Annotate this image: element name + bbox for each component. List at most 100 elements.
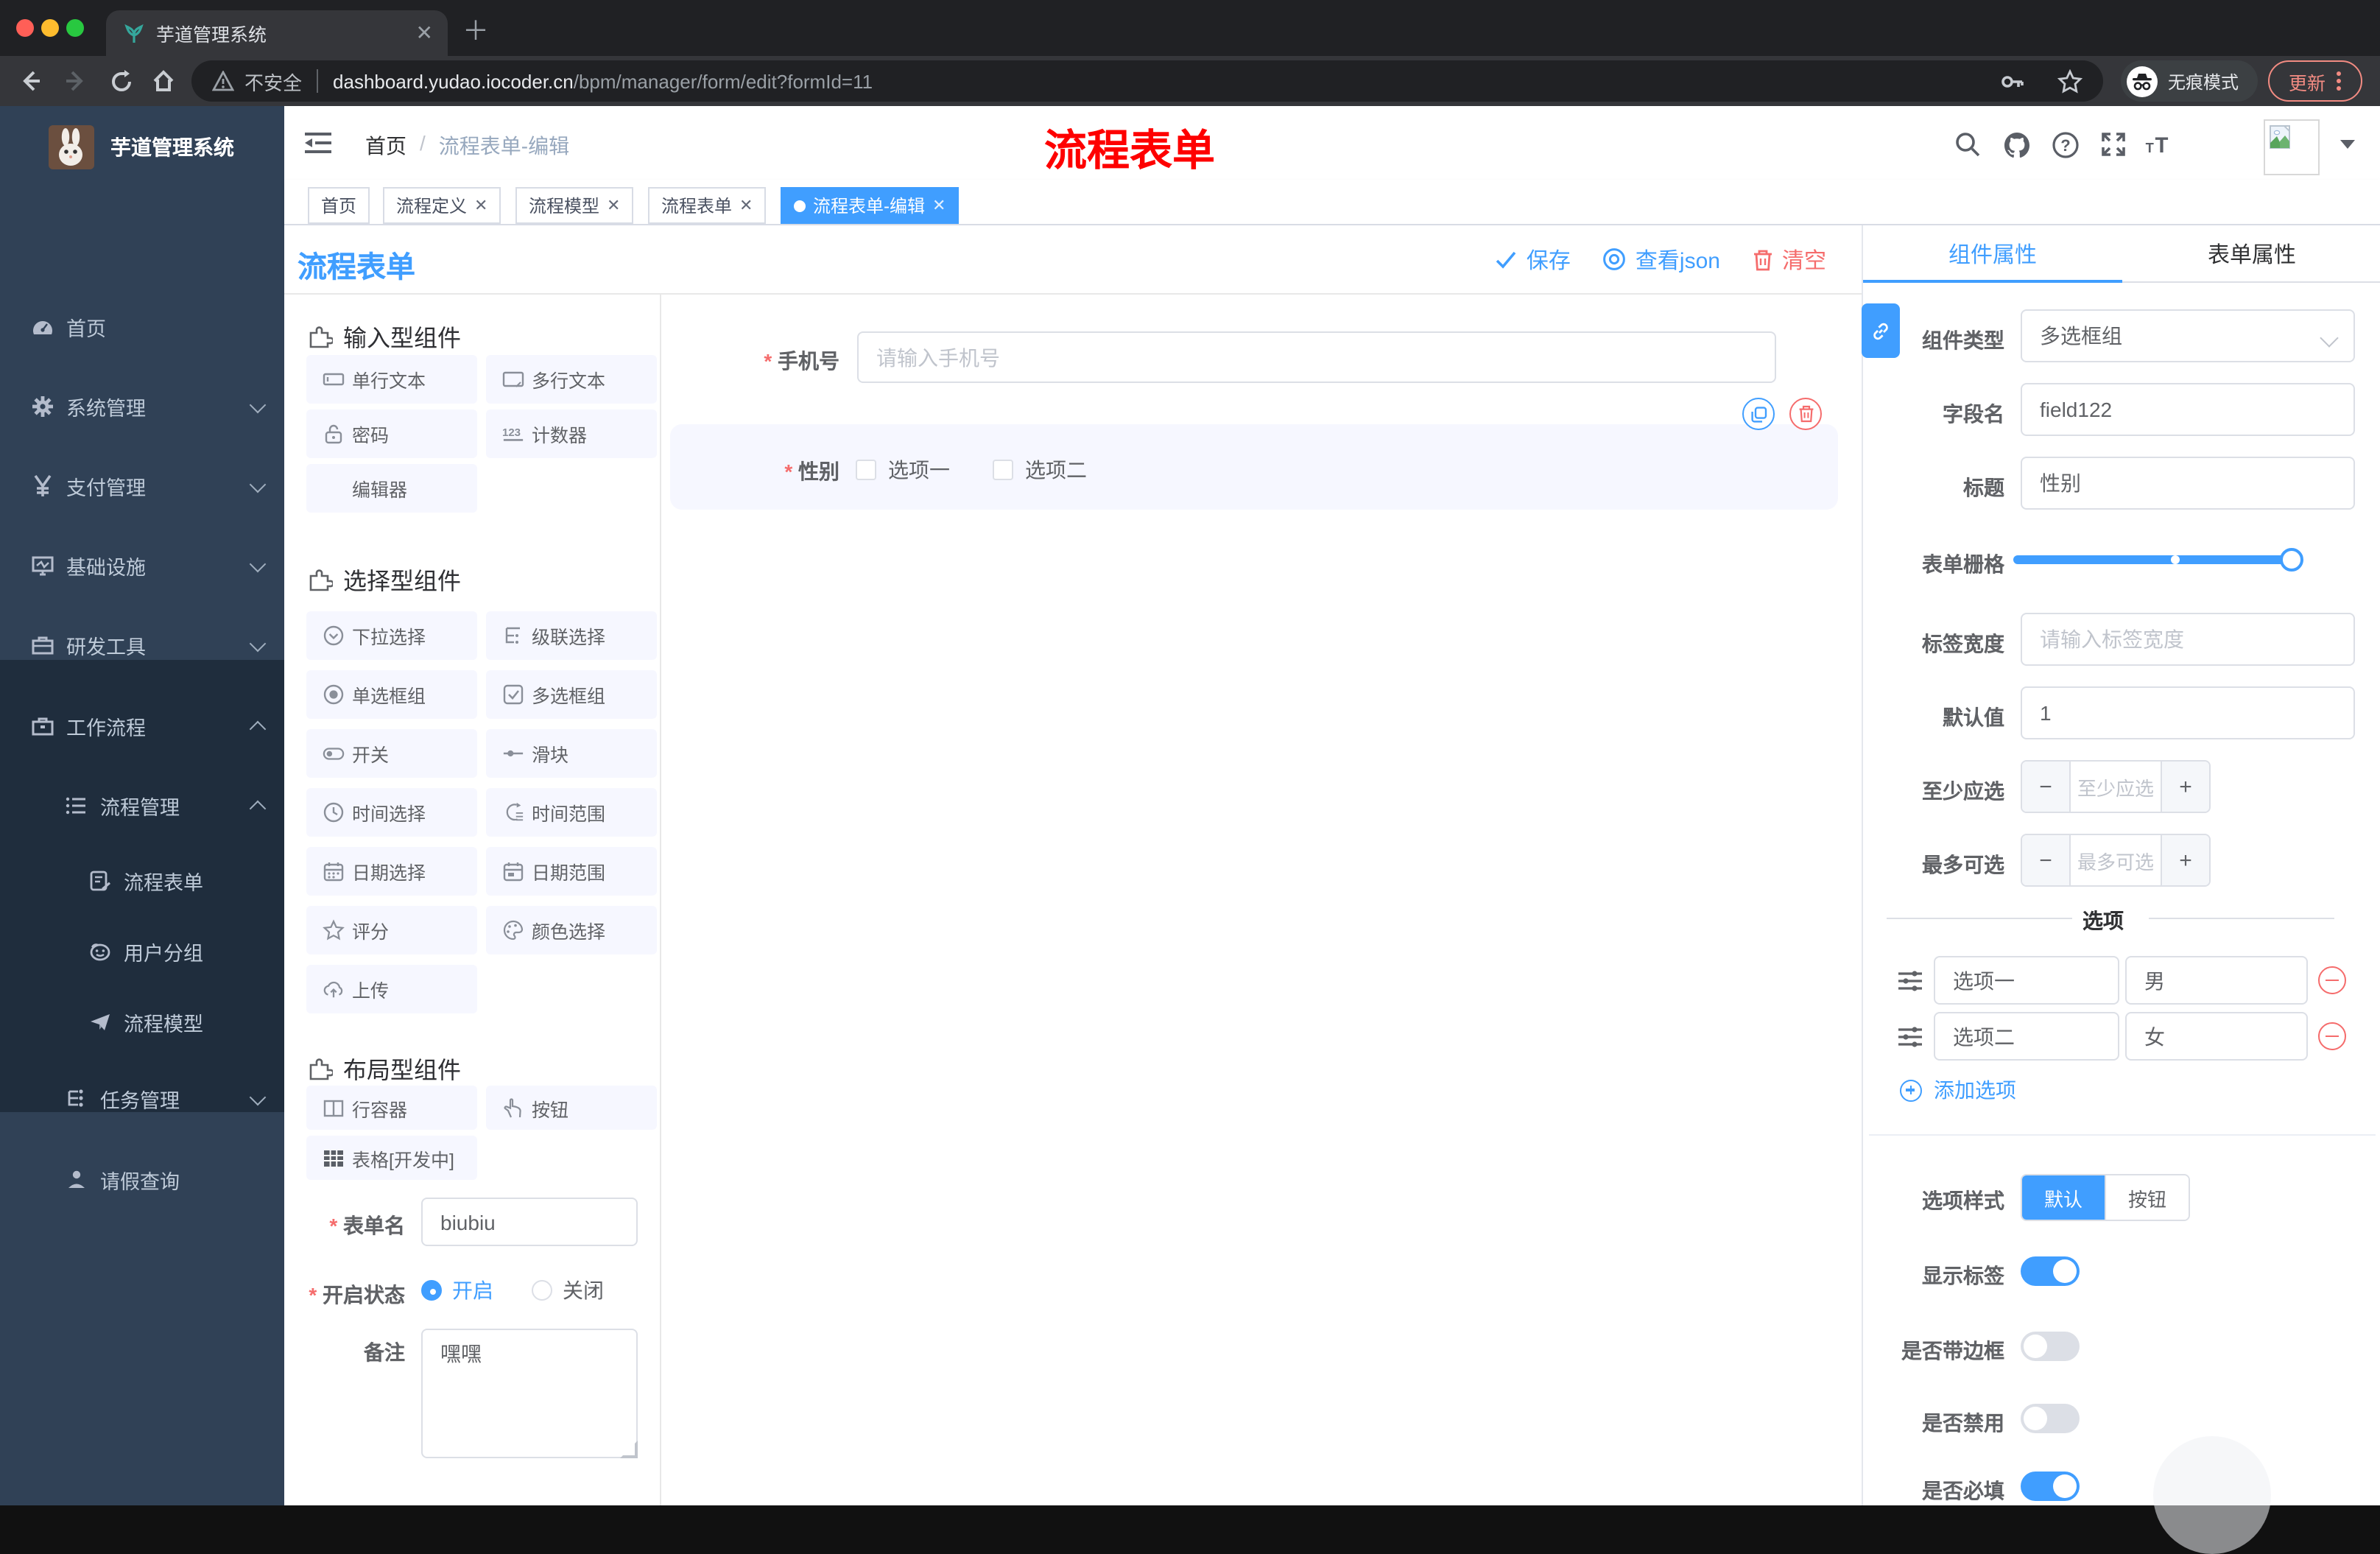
home-button[interactable] xyxy=(147,65,180,97)
gender-checkbox-1[interactable] xyxy=(856,460,876,480)
fullscreen-icon[interactable] xyxy=(2097,128,2130,161)
component-tile-select[interactable]: 下拉选择 xyxy=(306,611,477,660)
avatar[interactable] xyxy=(2264,119,2320,175)
browser-tab[interactable]: 芋道管理系统 ✕ xyxy=(106,10,448,56)
browser-menu-icon[interactable] xyxy=(2336,71,2342,91)
help-icon[interactable]: ? xyxy=(2049,128,2081,161)
component-tile-time[interactable]: 时间选择 xyxy=(306,788,477,837)
gender-checkbox-2[interactable] xyxy=(993,460,1013,480)
component-tile-password[interactable]: 密码 xyxy=(306,409,477,458)
copy-component-button[interactable] xyxy=(1742,398,1775,430)
font-size-icon[interactable]: TT xyxy=(2143,128,2175,161)
forward-button[interactable] xyxy=(59,65,91,97)
component-tile-upload[interactable]: 上传 xyxy=(306,965,477,1013)
required-switch[interactable] xyxy=(2021,1472,2080,1501)
window-minimize-button[interactable] xyxy=(41,19,59,37)
tab-component-props[interactable]: 组件属性 xyxy=(1863,225,2122,283)
remove-option-button[interactable] xyxy=(2318,1022,2346,1050)
component-tile-time-range[interactable]: 时间范围 xyxy=(486,788,657,837)
update-button[interactable]: 更新 xyxy=(2268,60,2362,102)
component-tile-cascader[interactable]: 级联选择 xyxy=(486,611,657,660)
component-tile-slider[interactable]: 滑块 xyxy=(486,729,657,778)
clear-button[interactable]: 清空 xyxy=(1753,244,1826,275)
sidebar-item-task-mgmt[interactable]: 任务管理 xyxy=(0,1058,284,1140)
github-icon[interactable] xyxy=(2000,128,2032,161)
component-tile-checkbox-group[interactable]: 多选框组 xyxy=(486,670,657,719)
component-tile-radio-group[interactable]: 单选框组 xyxy=(306,670,477,719)
component-tile-editor[interactable]: 编辑器 xyxy=(306,464,477,513)
option-value-input[interactable] xyxy=(2127,968,2306,992)
title-input[interactable] xyxy=(2022,471,2353,495)
status-radio-on[interactable]: 开启 xyxy=(421,1276,493,1305)
tag-close-icon[interactable]: ✕ xyxy=(932,196,946,215)
window-close-button[interactable] xyxy=(16,19,34,37)
tab-form-props[interactable]: 表单属性 xyxy=(2122,225,2380,283)
option-label-input[interactable] xyxy=(1935,968,2118,992)
component-type-select[interactable]: 多选框组 xyxy=(2021,309,2355,362)
form-name-input[interactable] xyxy=(423,1210,636,1234)
option-label-input[interactable] xyxy=(1935,1024,2118,1048)
border-switch[interactable] xyxy=(2021,1332,2080,1361)
sidebar-item-payment[interactable]: 支付管理 xyxy=(0,446,284,526)
component-tile-row[interactable]: 行容器 xyxy=(306,1086,477,1130)
style-default-button[interactable]: 默认 xyxy=(2022,1175,2105,1220)
disabled-switch[interactable] xyxy=(2021,1404,2080,1433)
breadcrumb-home[interactable]: 首页 xyxy=(365,131,406,161)
avatar-caret-icon[interactable] xyxy=(2340,140,2355,149)
decrease-button[interactable]: − xyxy=(2022,835,2069,885)
phone-input[interactable] xyxy=(859,345,1775,369)
sidebar-item-system[interactable]: 系统管理 xyxy=(0,367,284,446)
tag-process-model[interactable]: 流程模型 ✕ xyxy=(515,187,634,224)
delete-component-button[interactable] xyxy=(1789,398,1822,430)
label-width-input[interactable] xyxy=(2022,627,2353,651)
component-tile-switch[interactable]: 开关 xyxy=(306,729,477,778)
search-icon[interactable] xyxy=(1951,128,1984,161)
component-tile-color[interactable]: 颜色选择 xyxy=(486,906,657,954)
component-tile-table[interactable]: 表格[开发中] xyxy=(306,1136,477,1180)
sidebar-item-user-group[interactable]: 用户分组 xyxy=(0,916,284,987)
tag-close-icon[interactable]: ✕ xyxy=(607,196,620,215)
view-json-button[interactable]: 查看json xyxy=(1603,244,1720,275)
component-tile-input[interactable]: 单行文本 xyxy=(306,355,477,404)
component-tile-button[interactable]: 按钮 xyxy=(486,1086,657,1130)
drag-handle-icon[interactable] xyxy=(1897,1025,1923,1049)
option-value-input[interactable] xyxy=(2127,1024,2306,1048)
min-select-input[interactable]: 至少应选 xyxy=(2069,762,2162,812)
decrease-button[interactable]: − xyxy=(2022,762,2069,812)
back-button[interactable] xyxy=(15,65,47,97)
sidebar-item-process-mgmt[interactable]: 流程管理 xyxy=(0,766,284,845)
password-key-icon[interactable] xyxy=(2000,68,2025,94)
sidebar-item-devtools[interactable]: 研发工具 xyxy=(0,605,284,685)
tag-process-def[interactable]: 流程定义 ✕ xyxy=(383,187,501,224)
sidebar-item-workflow[interactable]: 工作流程 xyxy=(0,686,284,766)
status-radio-off[interactable]: 关闭 xyxy=(532,1276,604,1305)
logo[interactable]: 芋道管理系统 xyxy=(0,118,284,177)
new-tab-button[interactable]: ＋ xyxy=(462,18,489,44)
selected-component-gender[interactable]: 性别 选项一 选项二 xyxy=(670,424,1838,510)
style-button-button[interactable]: 按钮 xyxy=(2105,1175,2189,1220)
form-remark-textarea[interactable]: 嘿嘿 xyxy=(421,1329,638,1458)
field-name-input[interactable] xyxy=(2022,398,2353,421)
tag-home[interactable]: 首页 xyxy=(308,187,370,224)
show-label-switch[interactable] xyxy=(2021,1256,2080,1286)
tab-close-icon[interactable]: ✕ xyxy=(416,21,433,46)
max-select-input[interactable]: 最多可选 xyxy=(2069,835,2162,885)
component-tile-date-range[interactable]: 日期范围 xyxy=(486,847,657,896)
tag-close-icon[interactable]: ✕ xyxy=(474,196,487,215)
tag-close-icon[interactable]: ✕ xyxy=(739,196,753,215)
sidebar-item-home[interactable]: 首页 xyxy=(0,287,284,367)
increase-button[interactable]: + xyxy=(2162,835,2209,885)
window-zoom-button[interactable] xyxy=(66,19,84,37)
sidebar-item-process-model[interactable]: 流程模型 xyxy=(0,987,284,1058)
hamburger-icon[interactable] xyxy=(302,127,334,159)
component-tile-textarea[interactable]: 多行文本 xyxy=(486,355,657,404)
bookmark-star-icon[interactable] xyxy=(2057,68,2082,94)
increase-button[interactable]: + xyxy=(2162,762,2209,812)
component-tile-rate[interactable]: 评分 xyxy=(306,906,477,954)
address-bar[interactable]: 不安全 dashboard.yudao.iocoder.cn/bpm/manag… xyxy=(191,60,2103,102)
drag-handle-icon[interactable] xyxy=(1897,969,1923,993)
remove-option-button[interactable] xyxy=(2318,966,2346,994)
tag-process-form-edit[interactable]: 流程表单-编辑 ✕ xyxy=(781,187,960,224)
add-option-button[interactable]: 添加选项 xyxy=(1900,1075,2016,1105)
grid-slider-track[interactable] xyxy=(2013,555,2302,564)
